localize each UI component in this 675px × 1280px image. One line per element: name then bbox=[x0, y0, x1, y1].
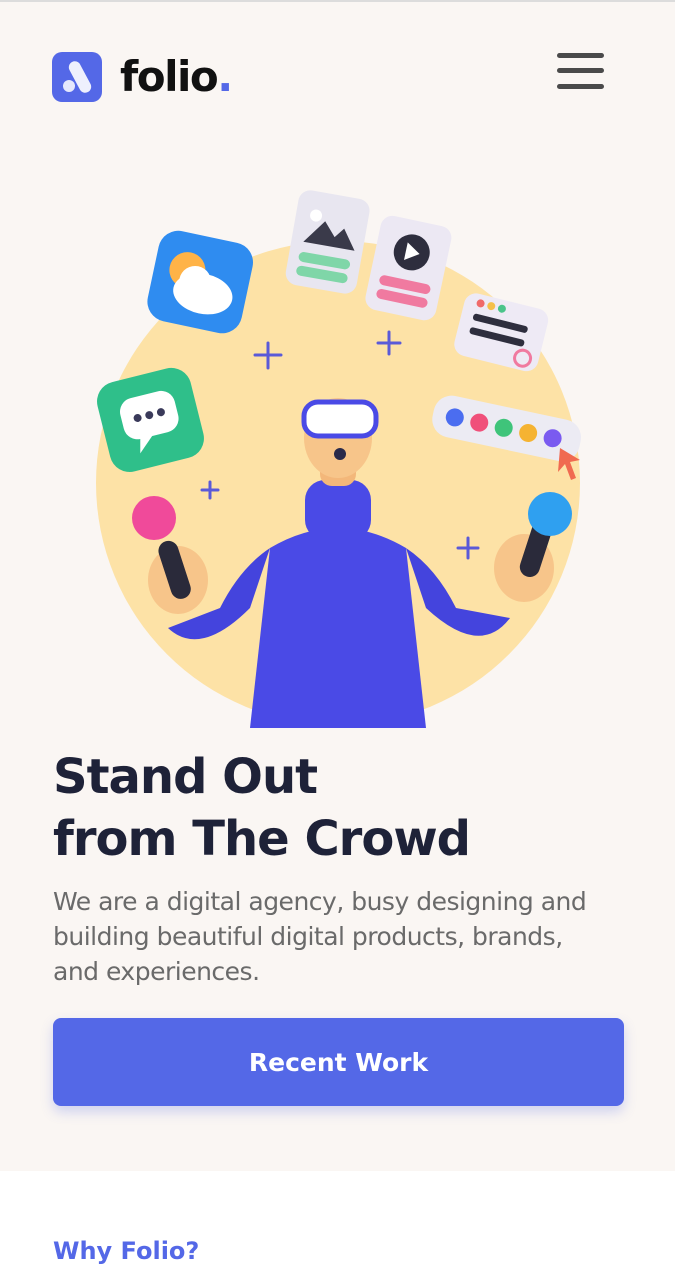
headline-line-2: from The Crowd bbox=[53, 811, 471, 867]
brand-name: folio. bbox=[120, 52, 233, 101]
logo-mark-icon bbox=[52, 52, 102, 102]
recent-work-button[interactable]: Recent Work bbox=[53, 1018, 624, 1106]
hamburger-menu-icon[interactable] bbox=[557, 52, 605, 92]
hero-description: We are a digital agency, busy designing … bbox=[53, 887, 587, 986]
headline-line-1: Stand Out bbox=[53, 749, 318, 805]
hero-section: folio. Stand Out from The Crowd We are a… bbox=[0, 2, 675, 1171]
why-folio-section: Why Folio? bbox=[0, 1171, 675, 1280]
hero-illustration bbox=[96, 190, 582, 728]
brand-logo[interactable]: folio. bbox=[52, 50, 233, 104]
site-header: folio. bbox=[0, 2, 675, 152]
hero-headline: Stand Out from The Crowd bbox=[53, 746, 633, 870]
section-label: Why Folio? bbox=[53, 1237, 200, 1265]
brand-dot: . bbox=[217, 52, 233, 101]
